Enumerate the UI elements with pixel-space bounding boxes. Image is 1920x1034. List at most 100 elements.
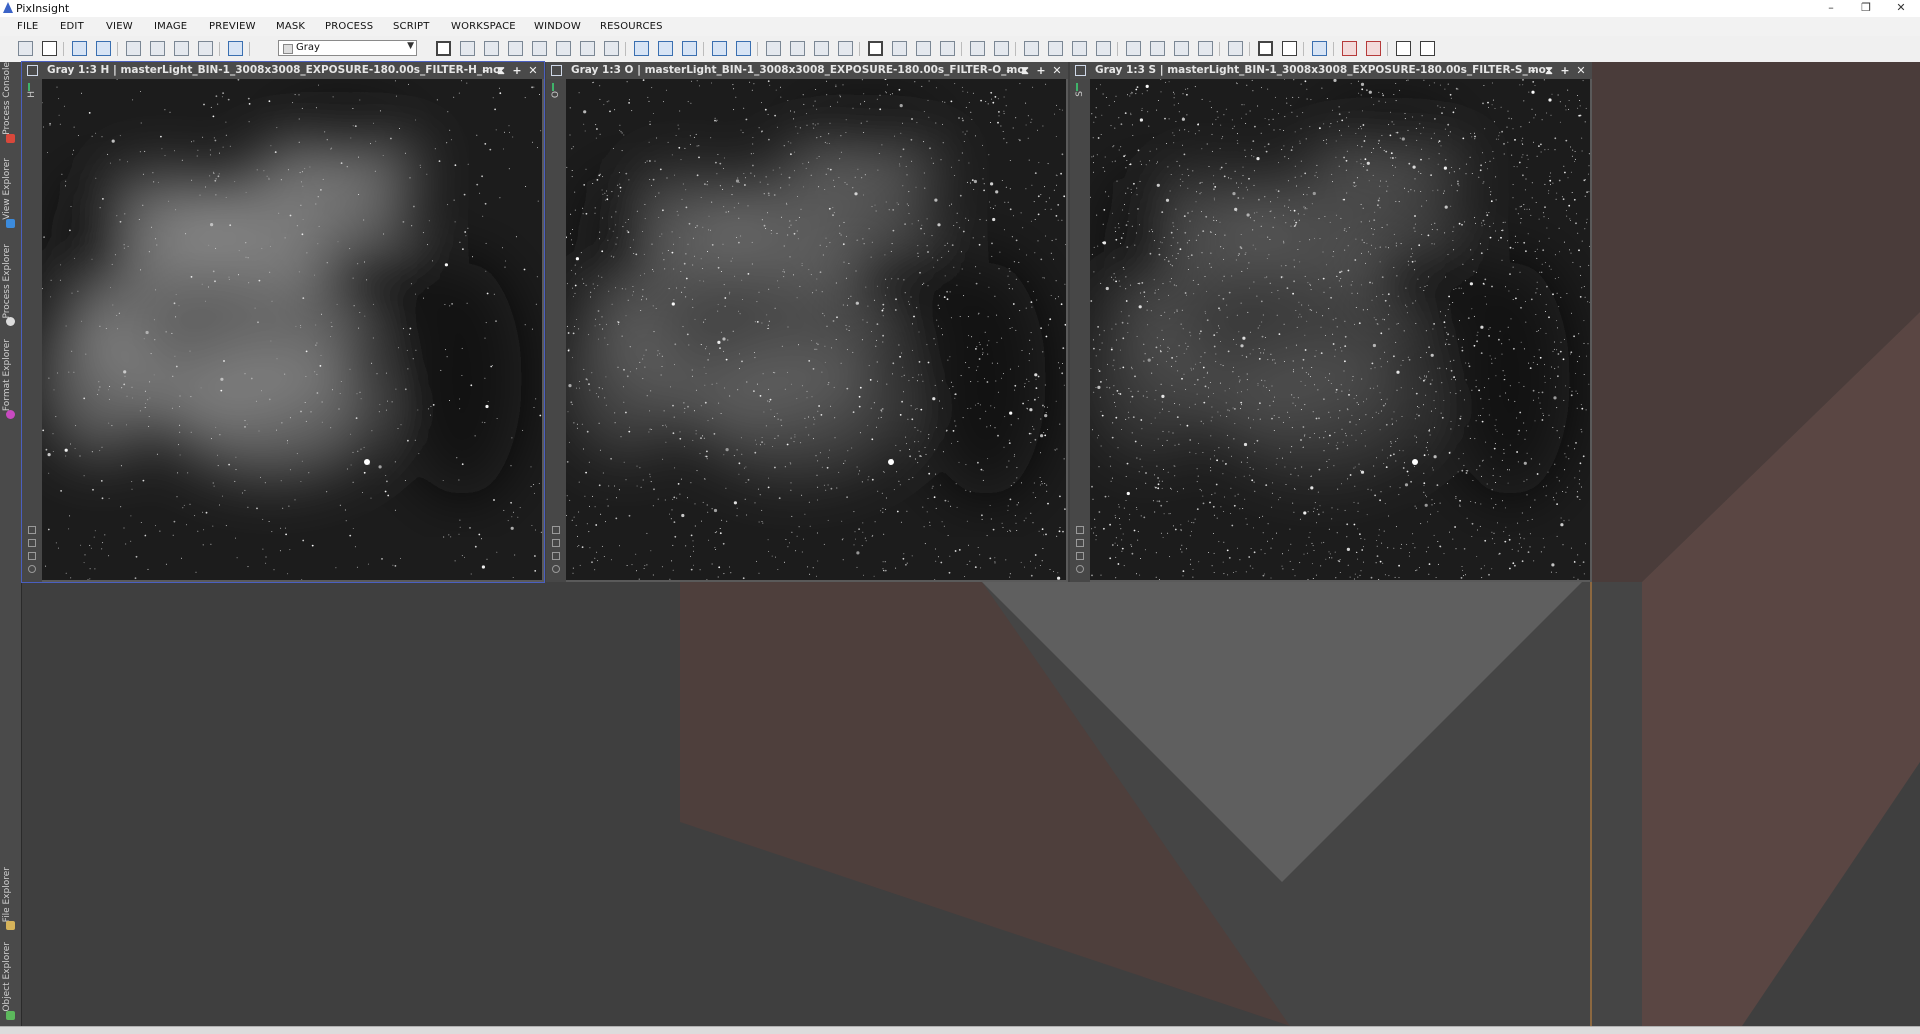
zoom-in-icon[interactable]	[634, 41, 649, 56]
save-icon[interactable]	[150, 41, 165, 56]
preview-link-icon[interactable]	[552, 539, 560, 547]
stf-reset-icon[interactable]	[916, 41, 931, 56]
histogram-icon[interactable]	[940, 41, 955, 56]
blue-sphere-icon[interactable]	[228, 41, 243, 56]
window-restore-button[interactable]: ❐	[1851, 0, 1881, 17]
window-minimize-button[interactable]: –	[1816, 0, 1846, 17]
undo-icon[interactable]	[72, 41, 87, 56]
lock-icon[interactable]	[1076, 552, 1084, 560]
maximize-button[interactable]: +	[1557, 63, 1573, 78]
mask-invert-icon[interactable]	[1024, 41, 1039, 56]
window-maximize-icon[interactable]	[814, 41, 829, 56]
dock-tab-process-explorer[interactable]: Process Explorer	[0, 235, 21, 330]
color-image-icon[interactable]	[42, 41, 57, 56]
window-arrange-icon[interactable]	[766, 41, 781, 56]
image-window-o[interactable]: Gray 1:3 O | masterLight_BIN-1_3008x3008…	[546, 62, 1068, 582]
dock-tab-process-console[interactable]: Process Console	[0, 62, 21, 147]
lock-icon[interactable]	[552, 552, 560, 560]
red-bookmark-icon[interactable]	[1366, 41, 1381, 56]
menu-process[interactable]: PROCESS	[325, 21, 373, 32]
image-window-s[interactable]: Gray 1:3 S | masterLight_BIN-1_3008x3008…	[1070, 62, 1592, 582]
close-image-icon[interactable]	[198, 41, 213, 56]
zoom-fit-icon[interactable]	[484, 41, 499, 56]
mask-link-icon[interactable]	[1076, 526, 1084, 534]
zoom-in-2-icon[interactable]	[712, 41, 727, 56]
window-fit-icon[interactable]	[790, 41, 805, 56]
window-tile-icon[interactable]	[838, 41, 853, 56]
mask-link-icon[interactable]	[552, 526, 560, 534]
image-window-h[interactable]: Gray 1:3 H | masterLight_BIN-1_3008x3008…	[21, 61, 545, 583]
mask-link-icon[interactable]	[28, 526, 36, 534]
mask-enable-icon[interactable]	[1048, 41, 1063, 56]
dock-tab-object-explorer[interactable]: Object Explorer	[0, 938, 21, 1024]
stf-icon[interactable]	[28, 565, 36, 573]
dock-tab-format-explorer[interactable]: Format Explorer	[0, 333, 21, 423]
explorer-icon[interactable]	[1198, 41, 1213, 56]
dock-tab-view-explorer[interactable]: View Explorer	[0, 150, 21, 232]
menu-view[interactable]: VIEW	[106, 21, 133, 32]
menu-image[interactable]: IMAGE	[154, 21, 187, 32]
preview-link-icon[interactable]	[1076, 539, 1084, 547]
shade-button[interactable]: –	[477, 63, 493, 78]
preview-icon[interactable]	[556, 41, 571, 56]
image-window-titlebar[interactable]: Gray 1:3 O | masterLight_BIN-1_3008x3008…	[546, 62, 1068, 79]
close-button[interactable]: ✕	[1049, 63, 1065, 78]
screen-icon[interactable]	[1258, 41, 1273, 56]
shade-button[interactable]: –	[1001, 63, 1017, 78]
image-window-titlebar[interactable]: Gray 1:3 S | masterLight_BIN-1_3008x3008…	[1070, 62, 1592, 79]
image-icon[interactable]	[1282, 41, 1297, 56]
menu-window[interactable]: WINDOW	[534, 21, 581, 32]
dock-tab-file-explorer[interactable]: File Explorer	[0, 859, 21, 934]
menu-script[interactable]: SCRIPT	[393, 21, 430, 32]
menu-mask[interactable]: MASK	[276, 21, 305, 32]
minimize-button[interactable]: ⧗	[1541, 63, 1557, 78]
auto-stf-icon[interactable]	[892, 41, 907, 56]
menu-file[interactable]: FILE	[17, 21, 38, 32]
select-icon[interactable]	[580, 41, 595, 56]
mask-icon[interactable]	[970, 41, 985, 56]
channel-select[interactable]: Gray ▼	[278, 40, 417, 56]
preview-new-icon[interactable]	[1096, 41, 1111, 56]
readout-mode-icon[interactable]	[532, 41, 547, 56]
window-close-button[interactable]: ✕	[1886, 0, 1916, 17]
stf-icon[interactable]	[1076, 565, 1084, 573]
shade-button[interactable]: –	[1525, 63, 1541, 78]
maximize-button[interactable]: +	[509, 63, 525, 78]
pan-mode-icon[interactable]	[436, 41, 451, 56]
menu-preview[interactable]: PREVIEW	[209, 21, 256, 32]
stf-icon[interactable]	[868, 41, 883, 56]
preview-delete-icon[interactable]	[1126, 41, 1141, 56]
zoom-1-1-icon[interactable]	[682, 41, 697, 56]
minimize-button[interactable]: ⧗	[493, 63, 509, 78]
save-as-icon[interactable]	[174, 41, 189, 56]
open-icon[interactable]	[126, 41, 141, 56]
run-icon[interactable]	[1420, 41, 1435, 56]
mask-edit-icon[interactable]	[1072, 41, 1087, 56]
redo-icon[interactable]	[96, 41, 111, 56]
close-button[interactable]: ✕	[525, 63, 541, 78]
fit-view-icon[interactable]	[460, 41, 475, 56]
new-image-icon[interactable]	[18, 41, 33, 56]
menu-edit[interactable]: EDIT	[60, 21, 84, 32]
zoom-out-icon[interactable]	[658, 41, 673, 56]
maximize-button[interactable]: +	[1033, 63, 1049, 78]
history-icon[interactable]	[1228, 41, 1243, 56]
image-window-titlebar[interactable]: Gray 1:3 H | masterLight_BIN-1_3008x3008…	[22, 62, 544, 79]
script-icon[interactable]	[1312, 41, 1327, 56]
move-icon[interactable]	[508, 41, 523, 56]
lock-icon[interactable]	[28, 552, 36, 560]
process-container-icon[interactable]	[1150, 41, 1165, 56]
preview-link-icon[interactable]	[28, 539, 36, 547]
menu-workspace[interactable]: WORKSPACE	[451, 21, 516, 32]
pointer-icon[interactable]	[604, 41, 619, 56]
red-alert-icon[interactable]	[1342, 41, 1357, 56]
menu-resources[interactable]: RESOURCES	[600, 21, 663, 32]
zoom-out-2-icon[interactable]	[736, 41, 751, 56]
image-canvas[interactable]	[1090, 79, 1590, 580]
mask-show-icon[interactable]	[994, 41, 1009, 56]
gear-yellow-icon[interactable]	[1396, 41, 1411, 56]
image-canvas[interactable]	[42, 79, 542, 580]
close-button[interactable]: ✕	[1573, 63, 1589, 78]
stf-icon[interactable]	[552, 565, 560, 573]
image-canvas[interactable]	[566, 79, 1066, 580]
